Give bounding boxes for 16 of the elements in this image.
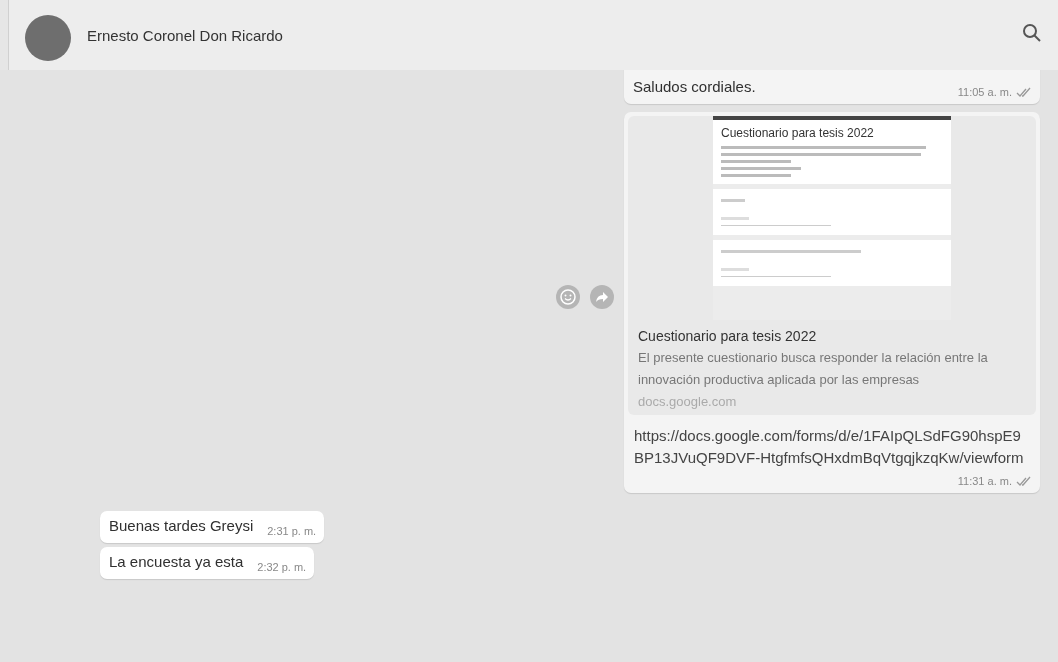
message-text: Saludos cordiales.: [633, 78, 756, 97]
message-text: Buenas tardes Greysi: [109, 517, 254, 536]
preview-description: El presente cuestionario busca responder la relación entre la innovación productiva aplicada por las empresas: [638, 349, 989, 389]
link-preview[interactable]: Cuestionario para tesis 2022 Cuestionario para tesis 2022 El presente cuestionario busca responder la relación entre la innovación productiva aplicada por las empresas docs.google.com: [628, 116, 1036, 415]
message-time: 2:31 p. m.: [267, 525, 317, 537]
message-link[interactable]: https://docs.google.com/forms/d/e/1FAIpQLSdFG90hspE9BP13JVuQF9DVF-HtgfmfsQHxdmBqVtgqjkzqKw/viewform: [628, 421, 1036, 469]
message-time: 2:32 p. m.: [257, 561, 307, 573]
message-time: 11:05 a. m.: [957, 86, 1012, 98]
contact-name[interactable]: Ernesto Coronel Don Ricardo: [87, 26, 1006, 44]
message-time: 11:31 a. m.: [957, 475, 1012, 487]
form-title: Cuestionario para tesis 2022: [721, 126, 875, 140]
preview-title: Cuestionario para tesis 2022: [638, 328, 818, 344]
avatar[interactable]: [25, 15, 71, 61]
preview-domain: docs.google.com: [638, 394, 738, 409]
message-text: La encuesta ya esta: [109, 553, 244, 572]
search-icon[interactable]: [1022, 23, 1042, 43]
